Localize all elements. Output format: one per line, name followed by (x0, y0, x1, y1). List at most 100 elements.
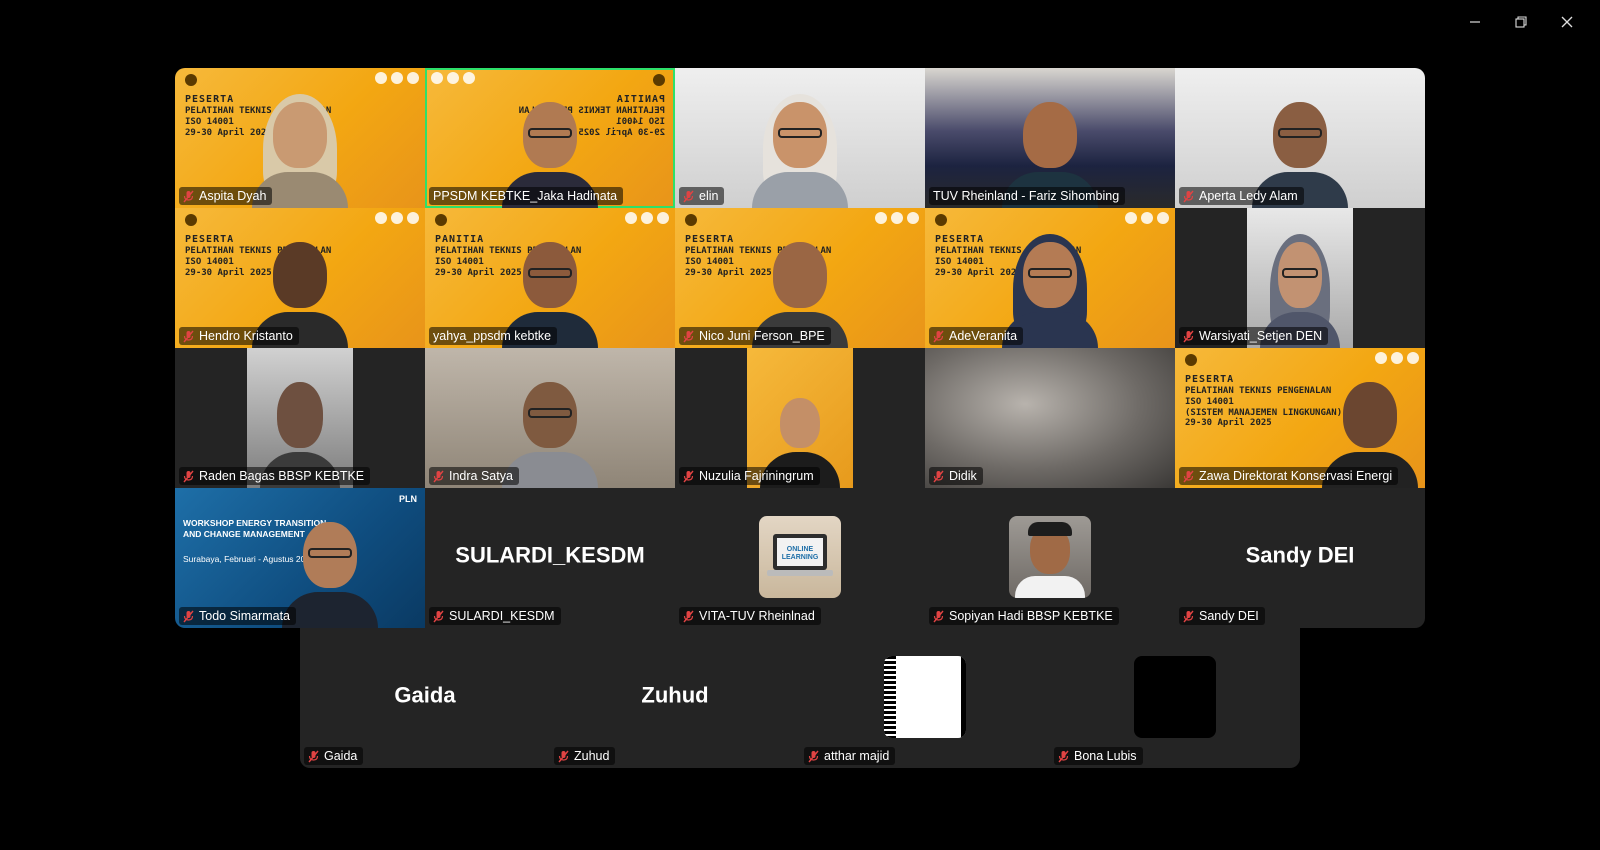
participant-avatar (1009, 516, 1091, 598)
participant-tile[interactable]: PESERTA PELATIHAN TEKNIS PENGENALAN ISO … (175, 208, 425, 348)
participant-tile[interactable]: SULARDI_KESDM SULARDI_KESDM (425, 488, 675, 628)
participant-name: Gaida (324, 749, 358, 763)
participant-name-label: Gaida (304, 747, 364, 765)
restore-button[interactable] (1498, 8, 1544, 36)
participant-name-label: Raden Bagas BBSP KEBTKE (179, 467, 371, 485)
participant-name: Raden Bagas BBSP KEBTKE (199, 469, 365, 483)
mic-muted-icon (683, 190, 694, 202)
banner-subtitle: (SISTEM MANAJEMEN LINGKUNGAN) (1185, 407, 1343, 418)
participant-tile[interactable]: Sandy DEI Sandy DEI (1175, 488, 1425, 628)
close-icon (1561, 16, 1573, 28)
participant-name-label: Nuzulia Fajriningrum (679, 467, 820, 485)
participant-tile[interactable]: Didik (925, 348, 1175, 488)
video-gallery-overflow-row: Gaida Gaida Zuhud Zuhud atthar majid Bon… (300, 628, 1300, 768)
participant-name: Zuhud (574, 749, 610, 763)
participant-tile[interactable]: PESERTA PELATIHAN TEKNIS PENGENALAN ISO … (175, 68, 425, 208)
participant-display-name: SULARDI_KESDM (455, 542, 645, 568)
participant-name-label: Aperta Ledy Alam (1179, 187, 1304, 205)
participant-name: AdeVeranita (949, 329, 1018, 343)
mic-muted-icon (683, 470, 694, 482)
participant-tile[interactable]: PESERTA PELATIHAN TEKNIS PENGENALAN ISO … (675, 208, 925, 348)
mic-muted-icon (183, 470, 194, 482)
banner-title: PELATIHAN TEKNIS PENGENALAN ISO 14001 (1185, 386, 1332, 407)
participant-display-name: Sandy DEI (1245, 542, 1355, 568)
participant-tile[interactable]: Nuzulia Fajriningrum (675, 348, 925, 488)
participant-name: Aperta Ledy Alam (1199, 189, 1298, 203)
participant-avatar (884, 656, 966, 738)
mic-muted-icon (1183, 610, 1194, 622)
participant-display-name: Zuhud (641, 682, 709, 708)
participant-avatar (1134, 656, 1216, 738)
mic-muted-icon (933, 330, 944, 342)
participant-tile[interactable]: Aperta Ledy Alam (1175, 68, 1425, 208)
mic-muted-icon (308, 750, 319, 762)
participant-name: Sopiyan Hadi BBSP KEBTKE (949, 609, 1113, 623)
participant-avatar: ONLINE LEARNING (759, 516, 841, 598)
participant-tile-active-speaker[interactable]: PANITIA PELATIHAN TEKNIS PENGENALAN ISO … (425, 68, 675, 208)
mic-muted-icon (558, 750, 569, 762)
mic-muted-icon (808, 750, 819, 762)
participant-tile[interactable]: Sopiyan Hadi BBSP KEBTKE (925, 488, 1175, 628)
minimize-icon (1470, 21, 1480, 23)
participant-tile[interactable]: Zuhud Zuhud (550, 628, 800, 768)
mic-muted-icon (683, 610, 694, 622)
banner-date: 29-30 April 2025 (1185, 418, 1272, 429)
participant-name: Todo Simarmata (199, 609, 291, 623)
participant-name: Aspita Dyah (199, 189, 267, 203)
close-button[interactable] (1544, 8, 1590, 36)
participant-name: Nuzulia Fajriningrum (699, 469, 814, 483)
partner-logos (375, 72, 419, 84)
participant-name: Zawa Direktorat Konservasi Energi (1199, 469, 1393, 483)
mic-muted-icon (183, 610, 194, 622)
participant-name-label: Didik (929, 467, 983, 485)
participant-name-label: atthar majid (804, 747, 896, 765)
mic-muted-icon (183, 190, 194, 202)
participant-tile[interactable]: Gaida Gaida (300, 628, 550, 768)
participant-name-label: SULARDI_KESDM (429, 607, 561, 625)
window-controls (1452, 8, 1590, 36)
participant-tile[interactable]: Indra Satya (425, 348, 675, 488)
participant-name: SULARDI_KESDM (449, 609, 555, 623)
video-person (282, 508, 378, 628)
qr-pattern (884, 656, 896, 738)
participant-name-label: elin (679, 187, 725, 205)
participant-name-label: VITA-TUV Rheinlnad (679, 607, 821, 625)
participant-name-label: Warsiyati_Setjen DEN (1179, 327, 1329, 345)
participant-tile[interactable]: atthar majid (800, 628, 1050, 768)
laptop-image: ONLINE LEARNING (773, 534, 827, 570)
participant-name: Bona Lubis (1074, 749, 1137, 763)
mic-muted-icon (933, 610, 944, 622)
minimize-button[interactable] (1452, 8, 1498, 36)
participant-name-label: Aspita Dyah (179, 187, 273, 205)
participant-name: Didik (949, 469, 977, 483)
video-gallery: PESERTA PELATIHAN TEKNIS PENGENALAN ISO … (175, 68, 1425, 628)
mic-muted-icon (933, 470, 944, 482)
restore-icon (1515, 16, 1527, 28)
participant-name-label: Hendro Kristanto (179, 327, 299, 345)
mic-muted-icon (183, 330, 194, 342)
participant-name-label: PPSDM KEBTKE_Jaka Hadinata (429, 187, 624, 205)
participant-name: PPSDM KEBTKE_Jaka Hadinata (433, 189, 618, 203)
participant-name: Warsiyati_Setjen DEN (1199, 329, 1323, 343)
participant-name-label: AdeVeranita (929, 327, 1024, 345)
participant-tile[interactable]: TUV Rheinland - Fariz Sihombing (925, 68, 1175, 208)
participant-tile[interactable]: ONLINE LEARNING VITA-TUV Rheinlnad (675, 488, 925, 628)
ministry-logo (185, 74, 197, 86)
participant-tile[interactable]: PESERTA PELATIHAN TEKNIS PENGENALAN ISO … (1175, 348, 1425, 488)
participant-tile[interactable]: PESERTA PELATIHAN TEKNIS PENGENALAN ISO … (925, 208, 1175, 348)
participant-tile[interactable]: elin (675, 68, 925, 208)
participant-tile[interactable]: Warsiyati_Setjen DEN (1175, 208, 1425, 348)
participant-tile[interactable]: Raden Bagas BBSP KEBTKE (175, 348, 425, 488)
participant-name: VITA-TUV Rheinlnad (699, 609, 815, 623)
participant-tile[interactable]: PANITIA PELATIHAN TEKNIS PENGENALAN ISO … (425, 208, 675, 348)
participant-name-label: Sopiyan Hadi BBSP KEBTKE (929, 607, 1119, 625)
participant-name: yahya_ppsdm kebtke (433, 329, 552, 343)
participant-tile[interactable]: Bona Lubis (1050, 628, 1300, 768)
participant-name: elin (699, 189, 719, 203)
participant-name-label: Nico Juni Ferson_BPE (679, 327, 831, 345)
mic-muted-icon (683, 330, 694, 342)
participant-tile[interactable]: WORKSHOP ENERGY TRANSITION AND CHANGE MA… (175, 488, 425, 628)
participant-display-name: Gaida (394, 682, 456, 708)
participant-name-label: TUV Rheinland - Fariz Sihombing (929, 187, 1126, 205)
mic-muted-icon (1183, 330, 1194, 342)
